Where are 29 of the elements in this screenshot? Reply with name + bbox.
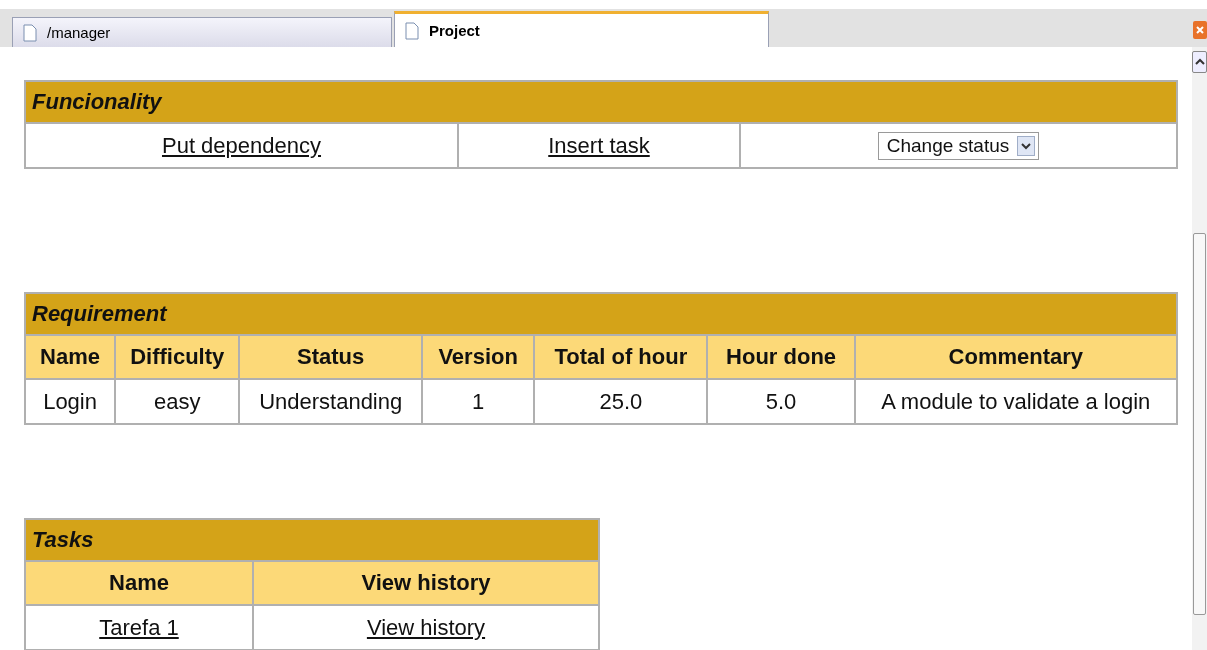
column-header: Commentary (854, 335, 1177, 379)
column-header: Name (25, 561, 253, 605)
table-title: Funcionality (25, 81, 1177, 123)
table-cell: 5.0 (707, 379, 855, 424)
table-cell: 25.0 (534, 379, 708, 424)
browser-tab[interactable]: Project (394, 11, 769, 47)
scrollbar-thumb[interactable] (1193, 233, 1206, 615)
column-header: Total of hour (534, 335, 708, 379)
column-header: Name (25, 335, 116, 379)
column-header: Version (422, 335, 535, 379)
column-header: View history (253, 561, 599, 605)
table-title: Requirement (25, 293, 1177, 335)
table-title: Tasks (25, 519, 599, 561)
close-icon[interactable] (1193, 21, 1207, 39)
table-cell: A module to validate a login (854, 379, 1177, 424)
document-icon (405, 21, 419, 40)
table-cell: 1 (422, 379, 535, 424)
scroll-up-button[interactable] (1192, 51, 1207, 73)
column-header: Hour done (707, 335, 855, 379)
column-header: Status (239, 335, 423, 379)
scrollbar[interactable] (1192, 47, 1207, 650)
table-cell: Login (25, 379, 116, 424)
table-cell: easy (115, 379, 240, 424)
caret-icon (1194, 58, 1205, 66)
status-dropdown[interactable]: Change status (877, 131, 1040, 160)
document-icon (23, 23, 37, 42)
table-cell: Understanding (239, 379, 423, 424)
browser-tab[interactable]: /manager (12, 17, 392, 47)
column-header: Difficulty (115, 335, 240, 379)
